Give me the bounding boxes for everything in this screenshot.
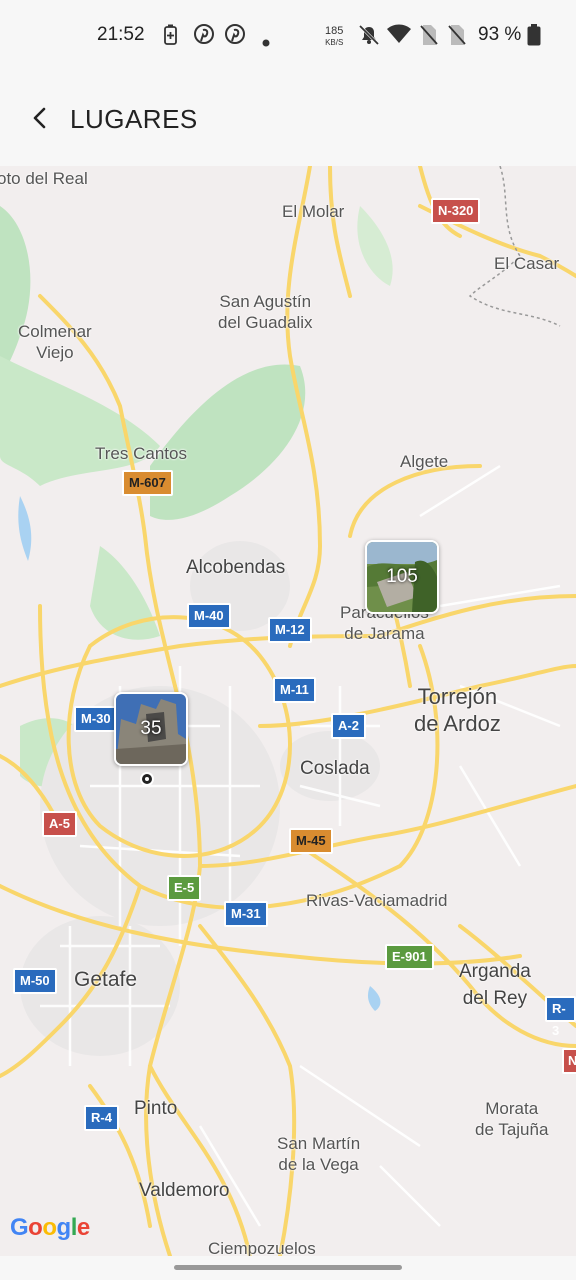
place-label: San Agustín del Guadalix xyxy=(218,292,313,332)
location-dot xyxy=(140,772,154,786)
pinterest-icon xyxy=(194,24,214,49)
road-shield: A-2 xyxy=(331,713,366,739)
region-border xyxy=(468,166,561,327)
place-label: Pinto xyxy=(134,1098,178,1119)
place-label: Algete xyxy=(400,452,449,471)
park-area xyxy=(0,356,160,486)
road-shield: M-12 xyxy=(268,617,312,643)
battery-percentage: 93 % xyxy=(478,24,522,45)
park-area xyxy=(357,206,393,286)
place-label: Coslada xyxy=(300,758,370,779)
back-arrow-icon[interactable] xyxy=(24,98,56,138)
map-view[interactable]: oto del Real El Molar El Casar San Agust… xyxy=(0,166,576,1256)
place-label: Rivas-Vaciamadrid xyxy=(306,891,448,910)
road-shield: N xyxy=(562,1048,576,1074)
pinterest-icon xyxy=(225,24,245,49)
status-time: 21:52 xyxy=(97,24,145,45)
place-label: El Casar xyxy=(494,254,560,273)
place-label: Getafe xyxy=(74,968,138,991)
network-speed: 185 KB/S xyxy=(325,26,343,48)
no-sim-icon xyxy=(420,24,438,51)
page-title: LUGARES xyxy=(70,104,198,134)
google-logo-letter: g xyxy=(56,1214,72,1241)
place-label: San Martín de la Vega xyxy=(277,1134,361,1174)
home-gesture-handle[interactable] xyxy=(174,1265,402,1270)
road-shield: M-45 xyxy=(289,828,333,854)
place-label: Ciempozuelos xyxy=(208,1239,316,1256)
photo-cluster-marker[interactable]: 105 xyxy=(365,540,439,614)
photo-cluster-marker[interactable]: 35 xyxy=(114,692,188,766)
google-logo-letter: e xyxy=(76,1214,90,1241)
place-label: Arganda del Rey xyxy=(459,961,531,1009)
road-shield: R-3 xyxy=(545,996,576,1038)
road-shield: R-4 xyxy=(84,1105,119,1131)
place-label: El Molar xyxy=(282,202,345,221)
road-shield: M-607 xyxy=(122,470,173,496)
battery-saver-icon xyxy=(163,24,179,51)
google-logo-letter: o xyxy=(28,1214,43,1241)
google-logo-letter: o xyxy=(42,1214,57,1241)
network-speed-value: 185 xyxy=(325,25,344,37)
road-shield: M-31 xyxy=(224,901,268,927)
google-logo: Google xyxy=(10,1214,90,1242)
network-speed-unit: KB/S xyxy=(325,38,344,47)
app-bar: LUGARES xyxy=(0,70,576,167)
road-shield: M-11 xyxy=(273,677,316,703)
place-label: Valdemoro xyxy=(139,1180,230,1201)
place-label: Tres Cantos xyxy=(95,444,187,463)
place-label: Morata de Tajuña xyxy=(475,1099,549,1139)
place-label: Alcobendas xyxy=(186,557,286,578)
road-shield: M-50 xyxy=(13,968,57,994)
cluster-count: 35 xyxy=(140,718,162,739)
road-shield: M-30 xyxy=(74,706,118,732)
road-shield: A-5 xyxy=(42,811,77,837)
mute-icon xyxy=(358,24,380,51)
road-shield: M-40 xyxy=(187,603,231,629)
place-label: Colmenar Viejo xyxy=(18,322,92,362)
cluster-count: 105 xyxy=(386,566,418,587)
google-logo-letter: G xyxy=(10,1214,29,1241)
place-label: oto del Real xyxy=(0,169,88,188)
road-shield: E-901 xyxy=(385,944,434,970)
battery-icon xyxy=(527,24,541,51)
road-shield: E-5 xyxy=(167,875,202,901)
status-bar: 21:52 185 KB/S 93 % xyxy=(0,0,576,70)
water-body xyxy=(18,496,32,561)
place-label: Torrejón de Ardoz xyxy=(414,684,501,736)
no-sim-icon xyxy=(448,24,466,51)
navigation-bar xyxy=(0,1256,576,1280)
road-shield: N-320 xyxy=(431,198,481,224)
wifi-icon xyxy=(387,24,411,49)
water-body xyxy=(367,986,381,1011)
dot-icon xyxy=(262,31,270,52)
